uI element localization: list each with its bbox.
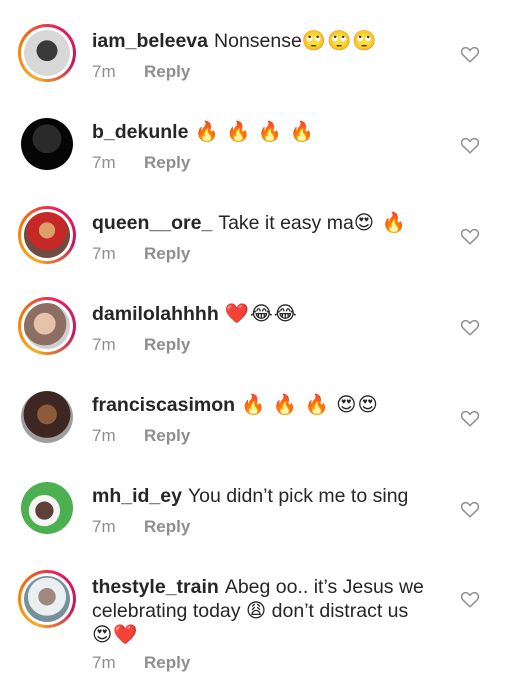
reply-button[interactable]: Reply — [144, 153, 190, 172]
comment-meta: 7m Reply — [92, 62, 190, 82]
comment-username[interactable]: damilolahhhh — [92, 303, 219, 325]
reply-button[interactable]: Reply — [144, 426, 190, 445]
comment-time: 7m — [92, 517, 116, 536]
comment-body: Nonsense — [214, 30, 302, 52]
reply-button[interactable]: Reply — [144, 335, 190, 354]
avatar[interactable] — [18, 115, 76, 173]
comment-time: 7m — [92, 153, 116, 172]
comment-meta: 7m Reply — [92, 244, 190, 264]
comment-text: queen__ore_ Take it easy ma😍 🔥 — [92, 211, 452, 235]
comment-meta: 7m Reply — [92, 517, 190, 537]
comment-emoji: 😍 🔥 — [353, 212, 407, 234]
comment-username[interactable]: thestyle_train — [92, 576, 219, 598]
comment-body: You didn’t pick me to sing — [187, 485, 409, 507]
heart-outline-icon[interactable] — [460, 409, 480, 427]
comment-emoji: 🙄🙄🙄 — [301, 30, 378, 52]
comment-username[interactable]: franciscasimon — [92, 394, 235, 416]
heart-outline-icon[interactable] — [460, 590, 480, 608]
comment-time: 7m — [92, 653, 116, 672]
heart-outline-icon[interactable] — [460, 136, 480, 154]
comment-list: iam_beleeva Nonsense🙄🙄🙄 7m Reply b_dekunle… — [0, 0, 511, 690]
comment-time: 7m — [92, 244, 116, 263]
heart-outline-icon[interactable] — [460, 227, 480, 245]
comment-text: mh_id_ey You didn’t pick me to sing — [92, 484, 452, 508]
avatar[interactable] — [18, 570, 76, 628]
comment-meta: 7m Reply — [92, 426, 190, 446]
reply-button[interactable]: Reply — [144, 62, 190, 81]
heart-outline-icon[interactable] — [460, 318, 480, 336]
comment-text: thestyle_train Abeg oo.. it’s Jesus we ce… — [92, 575, 452, 647]
comment-text: franciscasimon 🔥 🔥 🔥 😍😍 — [92, 393, 452, 417]
heart-outline-icon[interactable] — [460, 45, 480, 63]
comment-time: 7m — [92, 426, 116, 445]
comment-username[interactable]: b_dekunle — [92, 121, 188, 143]
reply-button[interactable]: Reply — [144, 653, 190, 672]
comment-meta: 7m Reply — [92, 653, 190, 673]
avatar[interactable] — [18, 479, 76, 537]
comment-emoji: ❤️😂😂 — [224, 303, 298, 325]
comment-emoji: 😍❤️ — [92, 624, 139, 646]
comment-text: damilolahhhh ❤️😂😂 — [92, 302, 452, 326]
comment-meta: 7m Reply — [92, 153, 190, 173]
comment-username[interactable]: mh_id_ey — [92, 485, 182, 507]
comment-meta: 7m Reply — [92, 335, 190, 355]
comment-text: iam_beleeva Nonsense🙄🙄🙄 — [92, 29, 452, 53]
reply-button[interactable]: Reply — [144, 244, 190, 263]
avatar[interactable] — [18, 24, 76, 82]
comment-text: b_dekunle 🔥 🔥 🔥 🔥 — [92, 120, 452, 144]
comment-emoji: 🔥 🔥 🔥 😍😍 — [241, 394, 379, 416]
reply-button[interactable]: Reply — [144, 517, 190, 536]
comment-username[interactable]: queen__ore_ — [92, 212, 212, 234]
comment-time: 7m — [92, 335, 116, 354]
avatar[interactable] — [18, 206, 76, 264]
avatar[interactable] — [18, 297, 76, 355]
avatar[interactable] — [18, 388, 76, 446]
heart-outline-icon[interactable] — [460, 500, 480, 518]
comment-emoji: 🔥 🔥 🔥 🔥 — [194, 121, 315, 143]
comment-username[interactable]: iam_beleeva — [92, 30, 208, 52]
comment-body: Take it easy ma — [218, 212, 354, 234]
comment-time: 7m — [92, 62, 116, 81]
